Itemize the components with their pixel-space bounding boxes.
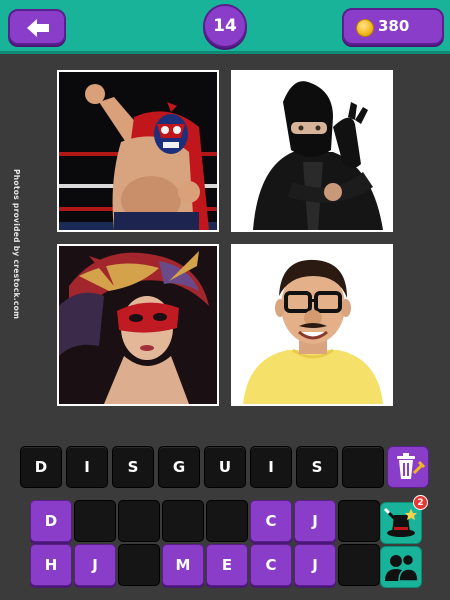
letter-label: E	[221, 556, 233, 574]
letter-label: J	[92, 556, 98, 574]
answer-slot-8[interactable]	[342, 446, 384, 488]
letter-tile[interactable]: C	[250, 500, 292, 542]
letter-label: J	[312, 556, 318, 574]
coins-button[interactable]: 380	[342, 8, 444, 45]
answer-letter: S	[127, 458, 139, 476]
photo-2-balaclava	[231, 70, 393, 232]
answer-slot-6[interactable]: I	[250, 446, 292, 488]
photo-3-masquerade	[57, 244, 219, 406]
letter-tile-empty	[338, 500, 380, 542]
remove-letters-button[interactable]	[387, 446, 429, 488]
letter-tile[interactable]: J	[294, 500, 336, 542]
photo-4-disguise-glasses	[231, 244, 393, 406]
letter-label: C	[265, 512, 277, 530]
letter-tile-empty	[74, 500, 116, 542]
answer-slot-3[interactable]: S	[112, 446, 154, 488]
photo-1-wrestler	[57, 70, 219, 232]
letter-tile-empty	[118, 544, 160, 586]
letter-tile[interactable]: M	[162, 544, 204, 586]
hint-count-badge: 2	[413, 495, 428, 510]
level-badge: 14	[203, 4, 247, 48]
back-button[interactable]	[8, 9, 66, 45]
answer-slot-1[interactable]: D	[20, 446, 62, 488]
photo-credit: Photos provided by crestock.com	[12, 169, 21, 320]
letter-tile[interactable]: E	[206, 544, 248, 586]
answer-slot-5[interactable]: U	[204, 446, 246, 488]
letter-label: J	[312, 512, 318, 530]
level-number: 14	[213, 16, 237, 36]
answer-letter: S	[311, 458, 323, 476]
back-arrow-icon	[27, 19, 49, 37]
letter-tile[interactable]: D	[30, 500, 72, 542]
answer-slot-4[interactable]: G	[158, 446, 200, 488]
people-icon	[385, 553, 419, 582]
answer-letter: I	[268, 458, 274, 476]
letter-label: H	[44, 556, 58, 574]
letter-tile-empty	[118, 500, 160, 542]
letter-label: D	[44, 512, 58, 530]
letter-tile-empty	[206, 500, 248, 542]
answer-letter: G	[172, 458, 186, 476]
letter-tile[interactable]: J	[294, 544, 336, 586]
letter-tile-empty	[338, 544, 380, 586]
letter-tile[interactable]: C	[250, 544, 292, 586]
ask-friends-button[interactable]	[380, 546, 422, 588]
answer-slot-7[interactable]: S	[296, 446, 338, 488]
coins-count: 380	[378, 17, 410, 35]
letter-tile[interactable]: H	[30, 544, 72, 586]
letter-tile-empty	[162, 500, 204, 542]
magic-hat-icon	[383, 507, 417, 537]
letter-tile[interactable]: J	[74, 544, 116, 586]
coin-icon	[356, 19, 374, 37]
answer-letter: U	[218, 458, 232, 476]
letter-label: C	[265, 556, 277, 574]
letter-label: M	[175, 556, 191, 574]
answer-letter: D	[34, 458, 48, 476]
trash-icon	[397, 453, 426, 479]
answer-slot-2[interactable]: I	[66, 446, 108, 488]
answer-letter: I	[84, 458, 90, 476]
